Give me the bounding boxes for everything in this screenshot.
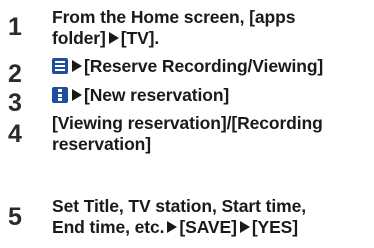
instruction-steps: 1 From the Home screen, [apps folder] [TV… bbox=[0, 0, 374, 248]
step-number: 3 bbox=[8, 89, 22, 117]
step-line: folder] [TV]. bbox=[52, 28, 370, 49]
step-target: [New reservation] bbox=[84, 85, 230, 105]
menu-icon bbox=[52, 58, 68, 74]
step-number: 2 bbox=[8, 60, 22, 88]
right-arrow-icon bbox=[108, 32, 119, 44]
step-line: Set Title, TV station, Start time, bbox=[52, 196, 306, 216]
step-target: [TV]. bbox=[120, 28, 160, 48]
step-line: [Reserve Recording/Viewing] bbox=[52, 56, 370, 77]
step-text: [Reserve Recording/Viewing] bbox=[52, 56, 370, 77]
step-text: [New reservation] bbox=[52, 85, 370, 106]
right-arrow-icon bbox=[239, 221, 250, 233]
step-line: From the Home screen, [apps bbox=[52, 7, 296, 27]
step-number: 4 bbox=[8, 120, 22, 148]
step-line: [New reservation] bbox=[52, 85, 370, 106]
step-number: 5 bbox=[8, 203, 22, 231]
step-line: reservation] bbox=[52, 134, 151, 154]
right-arrow-icon bbox=[72, 89, 82, 101]
right-arrow-icon bbox=[72, 60, 82, 72]
more-vertical-icon bbox=[52, 87, 68, 103]
step-target: [YES] bbox=[251, 217, 298, 237]
step-target: [SAVE] bbox=[179, 217, 237, 237]
step-text: Set Title, TV station, Start time, End t… bbox=[52, 196, 370, 238]
step-target: [Reserve Recording/Viewing] bbox=[84, 56, 324, 76]
step-text: [Viewing reservation]/[Recording reserva… bbox=[52, 113, 370, 155]
step-text: From the Home screen, [apps folder] [TV]. bbox=[52, 7, 370, 49]
step-line: End time, etc. [SAVE] [YES] bbox=[52, 217, 370, 238]
step-line-text: folder] bbox=[52, 28, 106, 48]
right-arrow-icon bbox=[167, 221, 178, 233]
step-line: [Viewing reservation]/[Recording bbox=[52, 113, 323, 133]
step-number: 1 bbox=[8, 13, 22, 41]
step-line-text: End time, etc. bbox=[52, 217, 165, 237]
